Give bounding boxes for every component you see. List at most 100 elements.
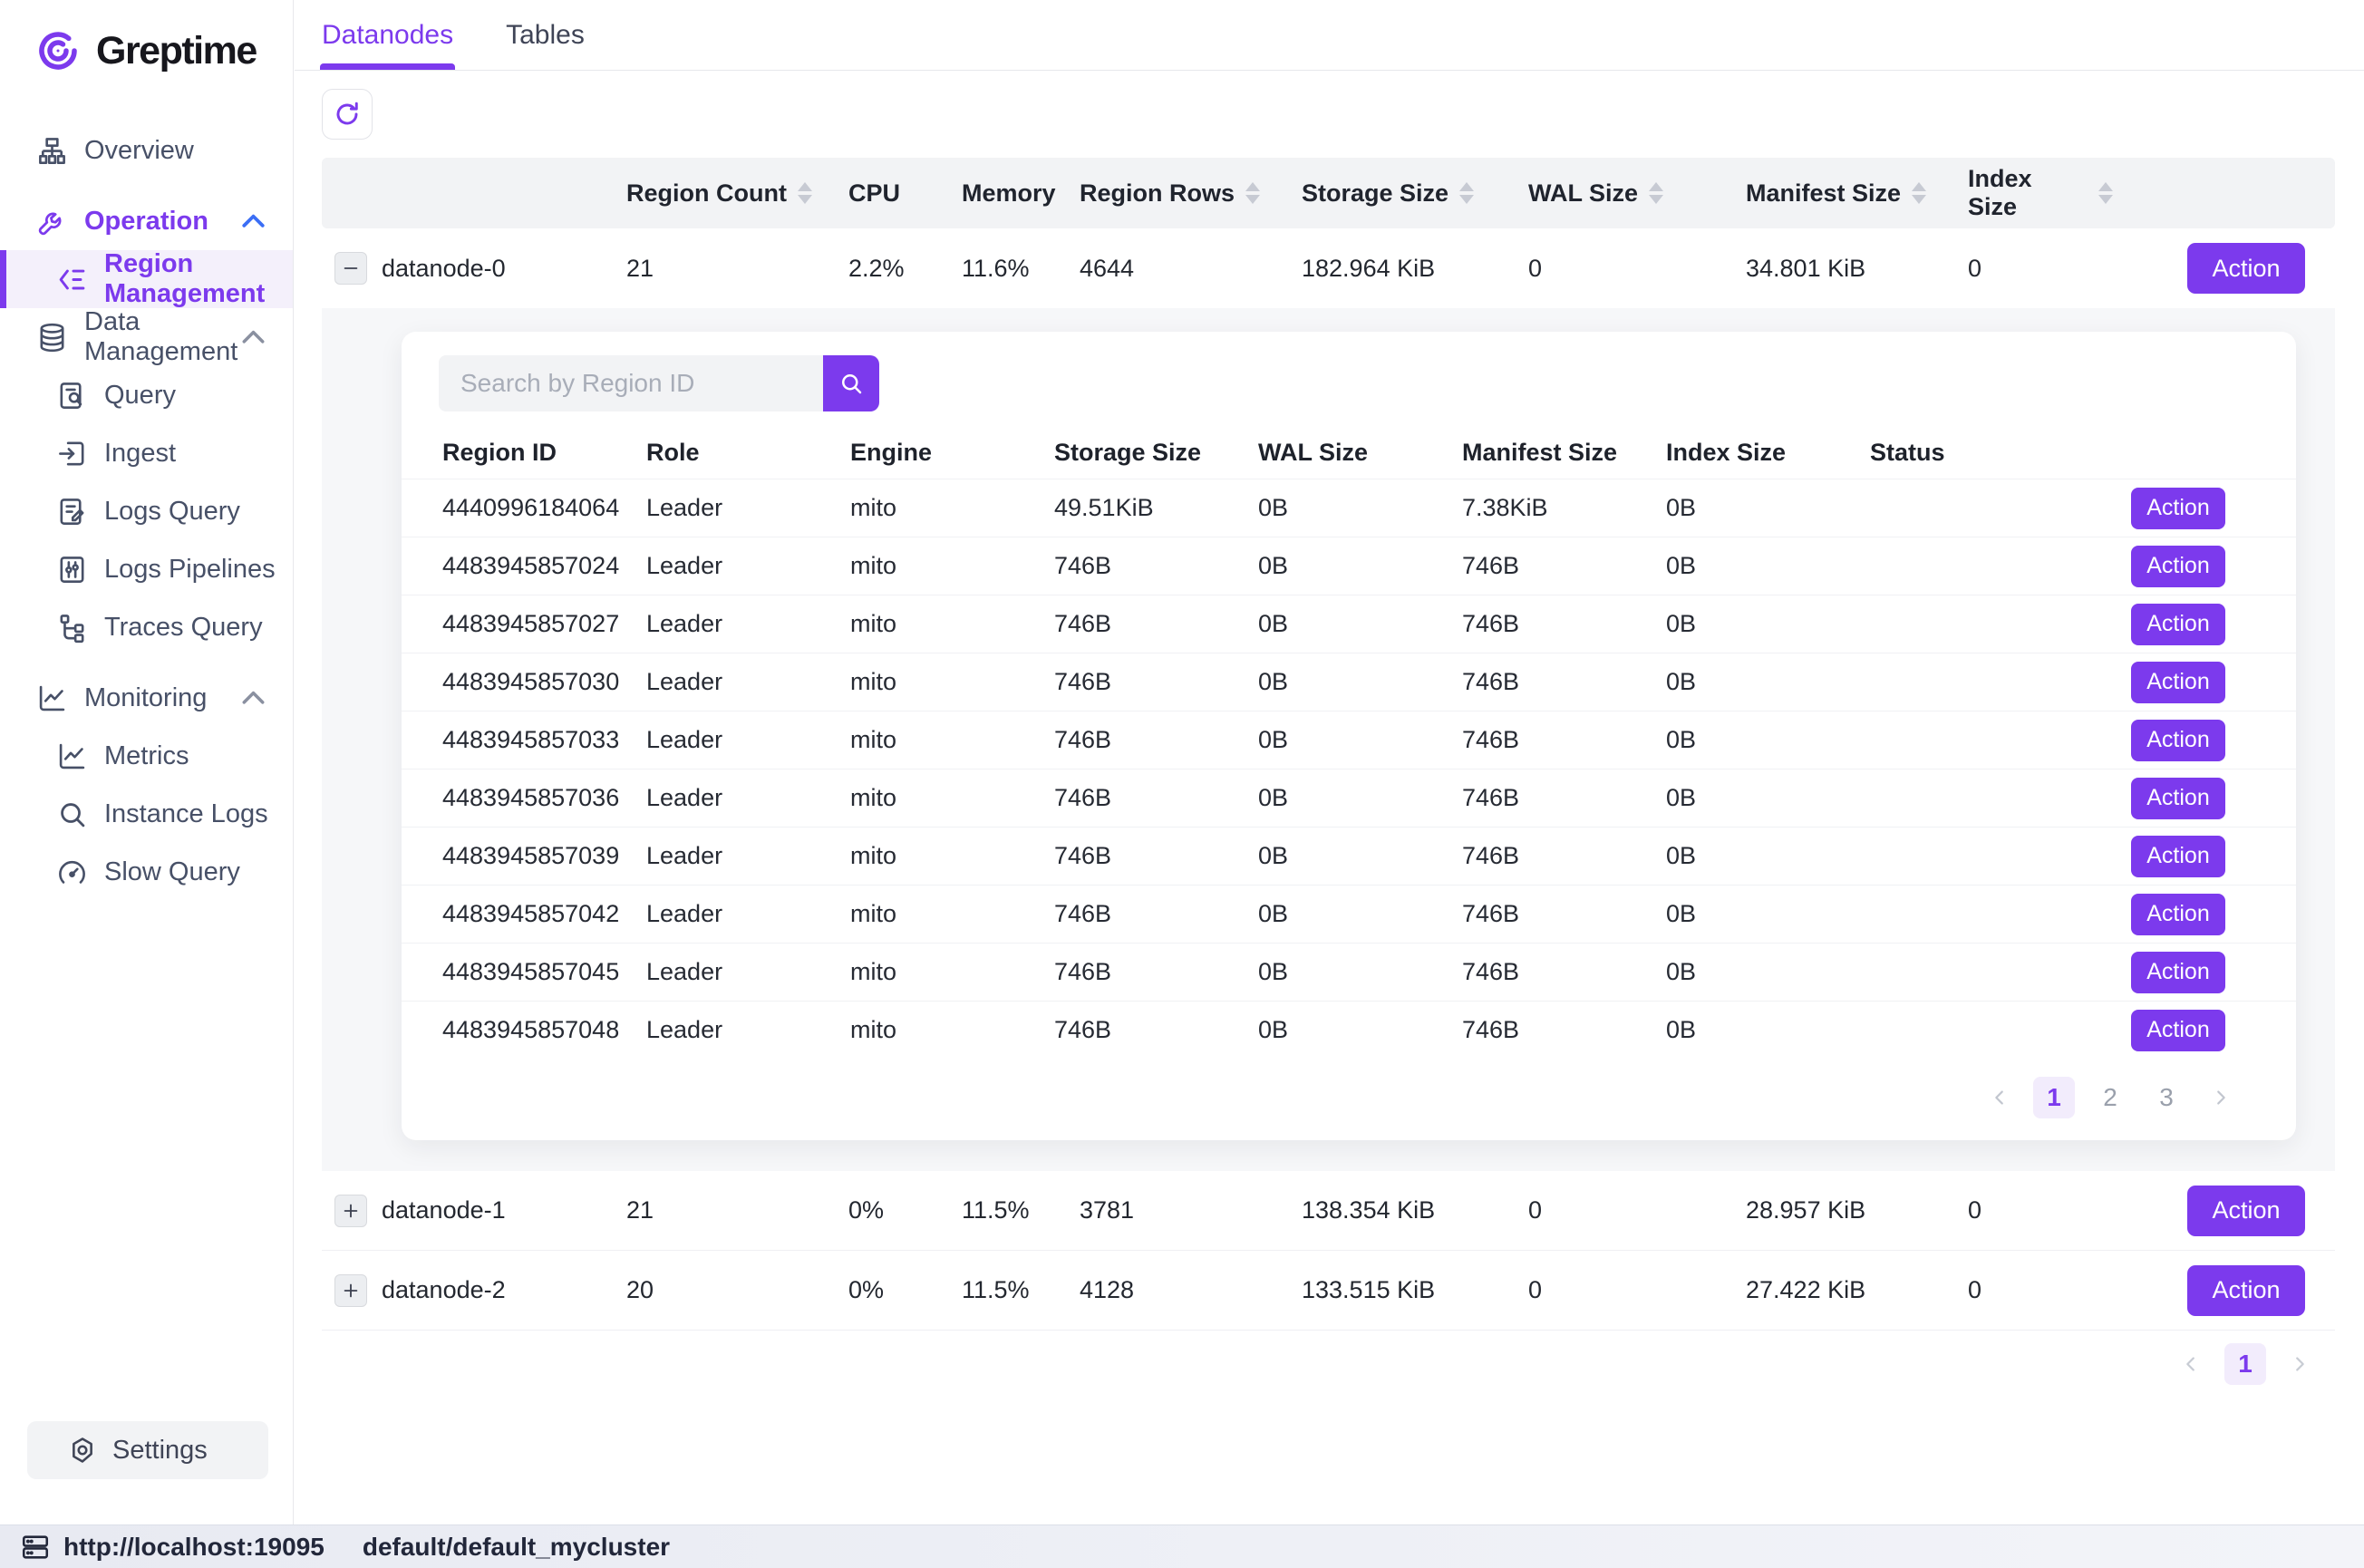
region-search bbox=[402, 355, 2296, 411]
action-button[interactable]: Action bbox=[2131, 720, 2225, 761]
main-panel: Datanodes Tables Region Count CPU Memo bbox=[295, 0, 2364, 1524]
next-page-button[interactable] bbox=[2202, 1077, 2240, 1118]
column-header-cpu: CPU bbox=[848, 179, 962, 208]
column-header-wal-size: WAL Size bbox=[1258, 439, 1462, 467]
region-row: 4483945857027 Leader mito 746B 0B 746B 0… bbox=[402, 595, 2296, 653]
column-header-region-rows[interactable]: Region Rows bbox=[1080, 179, 1302, 208]
refresh-button[interactable] bbox=[322, 89, 373, 140]
ingest-icon bbox=[56, 438, 88, 469]
sidebar-item-logs-query[interactable]: Logs Query bbox=[0, 482, 293, 540]
sidebar-item-traces-query[interactable]: Traces Query bbox=[0, 598, 293, 656]
page-button-2[interactable]: 2 bbox=[2089, 1077, 2131, 1118]
sort-icon[interactable] bbox=[1245, 182, 1260, 204]
sidebar-item-monitoring[interactable]: Monitoring bbox=[0, 669, 293, 727]
sidebar-item-data-management[interactable]: Data Management bbox=[0, 308, 293, 366]
app-root: Greptime Overview Operation bbox=[0, 0, 2364, 1568]
sort-icon[interactable] bbox=[798, 182, 812, 204]
sidebar-item-slow-query[interactable]: Slow Query bbox=[0, 843, 293, 901]
region-search-input[interactable] bbox=[439, 355, 823, 411]
tab-label: Tables bbox=[506, 20, 585, 51]
chart-line-icon bbox=[36, 682, 68, 714]
column-header-role: Role bbox=[646, 439, 850, 467]
chevron-right-icon bbox=[2290, 1354, 2310, 1374]
sort-icon[interactable] bbox=[2098, 182, 2113, 204]
tab-tables[interactable]: Tables bbox=[506, 0, 585, 70]
sidebar-item-ingest[interactable]: Ingest bbox=[0, 424, 293, 482]
region-card: Region ID Role Engine Storage Size WAL S… bbox=[402, 332, 2296, 1140]
action-button[interactable]: Action bbox=[2131, 836, 2225, 877]
column-header-wal-size[interactable]: WAL Size bbox=[1528, 179, 1746, 208]
cluster-name[interactable]: default/default_mycluster bbox=[363, 1533, 670, 1562]
action-button[interactable]: Action bbox=[2131, 488, 2225, 529]
region-row: 4483945857045 Leader mito 746B 0B 746B 0… bbox=[402, 943, 2296, 1001]
sidebar-item-label: Metrics bbox=[104, 741, 189, 771]
column-header-storage-size[interactable]: Storage Size bbox=[1302, 179, 1528, 208]
chevron-left-icon bbox=[2181, 1354, 2201, 1374]
column-header-storage-size: Storage Size bbox=[1054, 439, 1258, 467]
sidebar-item-metrics[interactable]: Metrics bbox=[0, 727, 293, 785]
column-header-index-size[interactable]: Index Size bbox=[1968, 165, 2113, 221]
collapse-button[interactable] bbox=[334, 252, 367, 285]
sidebar-item-logs-pipelines[interactable]: Logs Pipelines bbox=[0, 540, 293, 598]
tab-datanodes[interactable]: Datanodes bbox=[322, 0, 453, 70]
settings-button[interactable]: Settings bbox=[27, 1421, 268, 1479]
sort-icon[interactable] bbox=[1459, 182, 1474, 204]
datanode-name: datanode-2 bbox=[382, 1276, 626, 1304]
sidebar-item-label: Monitoring bbox=[84, 683, 207, 713]
action-button[interactable]: Action bbox=[2187, 1265, 2305, 1316]
document-search-icon bbox=[56, 380, 88, 411]
sort-icon[interactable] bbox=[1649, 182, 1663, 204]
region-row: 4483945857042 Leader mito 746B 0B 746B 0… bbox=[402, 885, 2296, 943]
server-icon bbox=[20, 1532, 51, 1563]
action-button[interactable]: Action bbox=[2131, 778, 2225, 819]
table-row-datanode-1: datanode-1 21 0% 11.5% 3781 138.354 KiB … bbox=[322, 1171, 2335, 1251]
sidebar-item-label: Query bbox=[104, 381, 176, 411]
action-button[interactable]: Action bbox=[2131, 604, 2225, 645]
page-button-1[interactable]: 1 bbox=[2224, 1343, 2266, 1385]
sidebar-item-query[interactable]: Query bbox=[0, 366, 293, 424]
prev-page-button[interactable] bbox=[1981, 1077, 2019, 1118]
datanodes-table-header: Region Count CPU Memory Region Rows Stor… bbox=[322, 158, 2335, 228]
action-button[interactable]: Action bbox=[2131, 952, 2225, 993]
region-row: 4483945857036 Leader mito 746B 0B 746B 0… bbox=[402, 769, 2296, 827]
region-search-button[interactable] bbox=[823, 355, 879, 411]
region-row: 4483945857048 Leader mito 746B 0B 746B 0… bbox=[402, 1001, 2296, 1059]
region-row: 4483945857033 Leader mito 746B 0B 746B 0… bbox=[402, 711, 2296, 769]
next-page-button[interactable] bbox=[2281, 1343, 2319, 1385]
column-header-region-count[interactable]: Region Count bbox=[626, 179, 848, 208]
expand-button[interactable] bbox=[334, 1274, 367, 1307]
chevron-up-icon[interactable] bbox=[237, 682, 269, 714]
status-bar: http://localhost:19095 default/default_m… bbox=[0, 1524, 2364, 1568]
action-button[interactable]: Action bbox=[2131, 1010, 2225, 1051]
column-header-manifest-size[interactable]: Manifest Size bbox=[1746, 179, 1968, 208]
sliders-icon bbox=[56, 554, 88, 586]
metrics-chart-icon bbox=[56, 740, 88, 772]
region-row: 4483945857030 Leader mito 746B 0B 746B 0… bbox=[402, 653, 2296, 711]
sidebar-item-instance-logs[interactable]: Instance Logs bbox=[0, 785, 293, 843]
sidebar-item-label: Operation bbox=[84, 207, 208, 237]
action-button[interactable]: Action bbox=[2131, 662, 2225, 703]
action-button[interactable]: Action bbox=[2187, 243, 2305, 294]
trace-tree-icon bbox=[56, 612, 88, 644]
expand-button[interactable] bbox=[334, 1195, 367, 1227]
region-row: 4483945857024 Leader mito 746B 0B 746B 0… bbox=[402, 537, 2296, 595]
region-pagination: 1 2 3 bbox=[402, 1059, 2296, 1135]
sort-icon[interactable] bbox=[1912, 182, 1926, 204]
sidebar-item-operation[interactable]: Operation bbox=[0, 192, 293, 250]
action-button[interactable]: Action bbox=[2131, 546, 2225, 587]
region-row: 4483945857039 Leader mito 746B 0B 746B 0… bbox=[402, 827, 2296, 885]
server-url[interactable]: http://localhost:19095 bbox=[63, 1533, 325, 1562]
sidebar-item-label: Traces Query bbox=[104, 613, 263, 643]
sidebar-item-region-management[interactable]: Region Management bbox=[0, 250, 293, 308]
action-button[interactable]: Action bbox=[2131, 894, 2225, 935]
page-button-3[interactable]: 3 bbox=[2146, 1077, 2187, 1118]
gauge-icon bbox=[56, 857, 88, 888]
action-button[interactable]: Action bbox=[2187, 1186, 2305, 1236]
sidebar-item-label: Region Management bbox=[104, 249, 293, 309]
sidebar-item-overview[interactable]: Overview bbox=[0, 121, 293, 179]
chevron-up-icon[interactable] bbox=[237, 322, 269, 353]
chevron-up-icon[interactable] bbox=[237, 206, 269, 237]
page-button-1[interactable]: 1 bbox=[2033, 1077, 2075, 1118]
prev-page-button[interactable] bbox=[2172, 1343, 2210, 1385]
sidebar: Greptime Overview Operation bbox=[0, 0, 294, 1524]
